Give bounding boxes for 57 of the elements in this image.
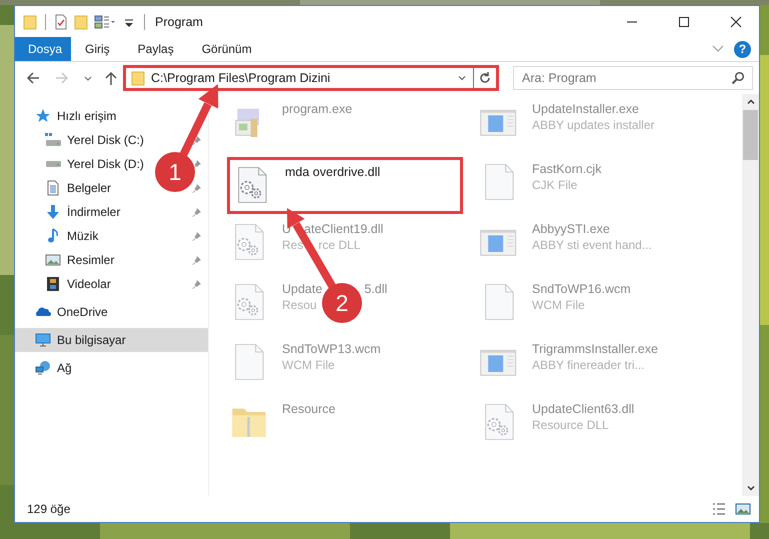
file-item[interactable]: mda overdrive.dll: [227, 157, 463, 214]
ribbon-tab[interactable]: Paylaş: [124, 37, 188, 61]
document-icon: [45, 180, 61, 196]
file-description: ABBY finereader tri...: [532, 358, 644, 372]
folder-icon: [131, 70, 145, 86]
scroll-thumb[interactable]: [743, 110, 758, 160]
window-title: Program: [155, 14, 203, 28]
sidebar-item[interactable]: Belgeler: [45, 176, 112, 200]
help-button[interactable]: ?: [734, 40, 751, 58]
music-note-icon: [45, 228, 61, 244]
star-icon: [35, 108, 51, 124]
file-description: ABBY sti event hand...: [532, 238, 652, 252]
file-name[interactable]: mda overdrive.dll: [285, 165, 380, 179]
sidebar-item[interactable]: İndirmeler: [45, 200, 120, 224]
film-strip-icon: [45, 276, 61, 292]
search-icon: [731, 71, 745, 85]
search-field[interactable]: Ara: Program: [513, 66, 753, 90]
address-bar[interactable]: C:\Program Files\Program Dizini: [123, 65, 499, 91]
file-description: Res: [282, 238, 304, 252]
close-icon: [730, 16, 742, 28]
refresh-icon[interactable]: [478, 71, 492, 85]
drive-icon: [45, 132, 61, 148]
properties-icon[interactable]: [94, 14, 116, 30]
dropdown-caret-icon[interactable]: [457, 73, 467, 83]
file-description: WCM File: [532, 298, 585, 312]
sidebar-item[interactable]: Yerel Disk (D:): [45, 152, 144, 176]
sidebar-item[interactable]: Yerel Disk (C:): [45, 128, 144, 152]
network-icon: [35, 360, 51, 376]
expand-ribbon-icon[interactable]: [712, 45, 724, 53]
file-description: WCM File: [282, 358, 335, 372]
download-arrow-icon: [45, 204, 61, 220]
file-description: Resou: [282, 298, 317, 312]
scrollbar[interactable]: [742, 94, 759, 496]
ribbon-tab[interactable]: Görünüm: [188, 37, 266, 61]
item-count: 129 öğe: [27, 502, 70, 516]
back-arrow-icon[interactable]: [25, 70, 41, 86]
file-description: CJK File: [532, 178, 578, 192]
ribbon-tab[interactable]: Giriş: [71, 37, 124, 61]
computer-icon: [35, 332, 51, 348]
picture-icon: [45, 252, 61, 268]
large-icons-view-icon[interactable]: [735, 502, 751, 516]
details-view-icon[interactable]: [711, 502, 727, 516]
maximize-icon: [678, 16, 690, 28]
sidebar-item[interactable]: Ağ: [15, 356, 208, 380]
scroll-down-icon[interactable]: [746, 483, 756, 493]
sidebar-item[interactable]: Müzik: [45, 224, 98, 248]
file-description: rce DLL: [318, 238, 360, 252]
sidebar-item[interactable]: Videolar: [45, 272, 111, 296]
ribbon-tab[interactable]: Dosya: [15, 37, 71, 61]
file-description: ABBY updates installer: [532, 118, 655, 132]
checklist-icon[interactable]: [54, 14, 68, 30]
sidebar-item[interactable]: Resimler: [45, 248, 114, 272]
up-arrow-icon[interactable]: [103, 70, 119, 86]
file-description: Resource DLL: [532, 418, 609, 432]
sidebar-item[interactable]: OneDrive: [15, 300, 208, 324]
address-path: C:\Program Files\Program Dizini: [151, 71, 332, 85]
sidebar-item[interactable]: Bu bilgisayar: [15, 328, 208, 352]
